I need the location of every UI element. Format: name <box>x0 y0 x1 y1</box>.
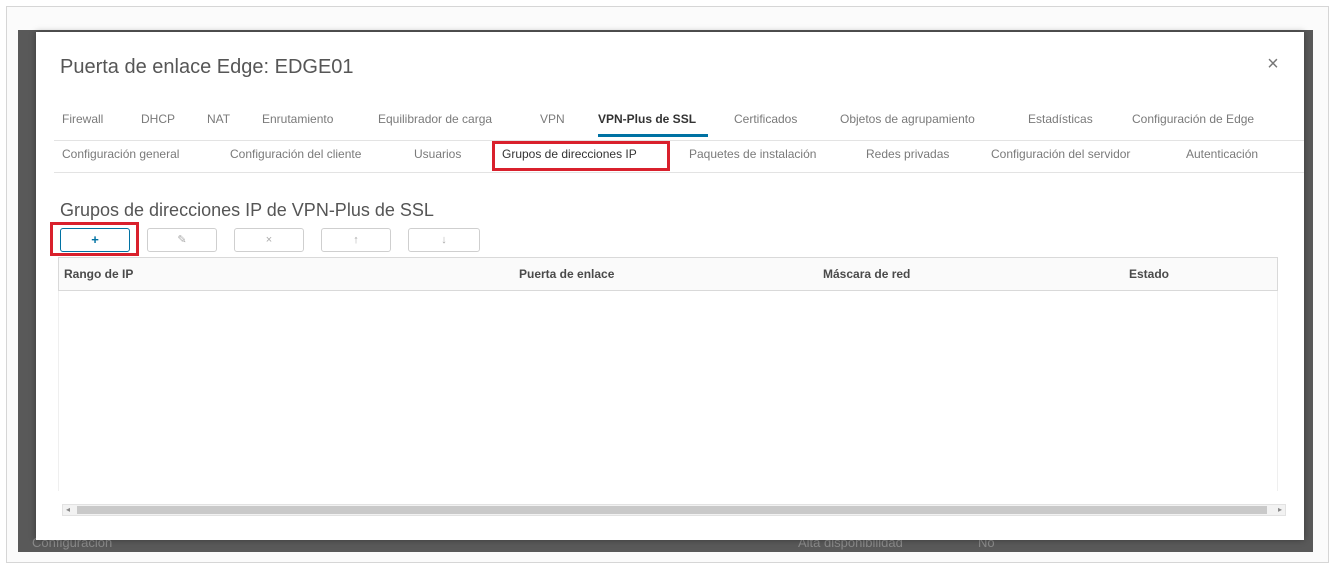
secondary-tab-bar: Configuración general Configuración del … <box>62 147 1302 171</box>
scroll-left-icon[interactable]: ◂ <box>66 505 70 515</box>
subtab-configuracion-del-servidor[interactable]: Configuración del servidor <box>991 147 1130 161</box>
edge-gateway-dialog: Puerta de enlace Edge: EDGE01 × Firewall… <box>36 32 1304 540</box>
move-up-icon[interactable]: ↑ <box>321 228 391 252</box>
tab-enrutamiento[interactable]: Enrutamiento <box>262 112 333 126</box>
ip-pool-table-body <box>58 291 1278 491</box>
scroll-right-icon[interactable]: ▸ <box>1278 505 1282 515</box>
column-header-rango-de-ip[interactable]: Rango de IP <box>64 267 133 281</box>
close-icon[interactable]: × <box>1263 54 1283 74</box>
subtab-usuarios[interactable]: Usuarios <box>414 147 461 161</box>
tab-objetos-de-agrupamiento[interactable]: Objetos de agrupamiento <box>840 112 975 126</box>
subtab-configuracion-general[interactable]: Configuración general <box>62 147 179 161</box>
tab-vpn[interactable]: VPN <box>540 112 565 126</box>
scrollbar-thumb[interactable] <box>77 506 1267 514</box>
delete-icon[interactable]: × <box>234 228 304 252</box>
subtab-grupos-de-direcciones-ip[interactable]: Grupos de direcciones IP <box>502 147 637 161</box>
tab-estadisticas[interactable]: Estadísticas <box>1028 112 1093 126</box>
tab-nat[interactable]: NAT <box>207 112 230 126</box>
ip-pool-table-header: Rango de IP Puerta de enlace Máscara de … <box>58 257 1278 291</box>
section-title: Grupos de direcciones IP de VPN-Plus de … <box>60 200 434 220</box>
subtab-paquetes-de-instalacion[interactable]: Paquetes de instalación <box>689 147 816 161</box>
tab-vpn-plus-ssl[interactable]: VPN-Plus de SSL <box>598 112 696 126</box>
column-header-mascara-de-red[interactable]: Máscara de red <box>823 267 910 281</box>
horizontal-scrollbar[interactable]: ◂ ▸ <box>62 504 1286 516</box>
dialog-title: Puerta de enlace Edge: EDGE01 <box>60 56 354 78</box>
edit-icon[interactable]: ✎ <box>147 228 217 252</box>
subtab-configuracion-del-cliente[interactable]: Configuración del cliente <box>230 147 361 161</box>
tab-configuracion-de-edge[interactable]: Configuración de Edge <box>1132 112 1254 126</box>
primary-tab-bar: Firewall DHCP NAT Enrutamiento Equilibra… <box>62 112 1302 140</box>
tab-equilibrador-de-carga[interactable]: Equilibrador de carga <box>378 112 492 126</box>
tab-dhcp[interactable]: DHCP <box>141 112 175 126</box>
subtab-redes-privadas[interactable]: Redes privadas <box>866 147 949 161</box>
subtab-divider <box>54 172 1304 173</box>
active-tab-indicator <box>598 134 708 137</box>
column-header-puerta-de-enlace[interactable]: Puerta de enlace <box>519 267 614 281</box>
column-header-estado[interactable]: Estado <box>1129 267 1169 281</box>
tab-firewall[interactable]: Firewall <box>62 112 103 126</box>
add-button[interactable]: + <box>60 228 130 252</box>
move-down-icon[interactable]: ↓ <box>408 228 480 252</box>
tab-certificados[interactable]: Certificados <box>734 112 797 126</box>
tab-divider <box>54 140 1304 141</box>
subtab-autenticacion[interactable]: Autenticación <box>1186 147 1258 161</box>
